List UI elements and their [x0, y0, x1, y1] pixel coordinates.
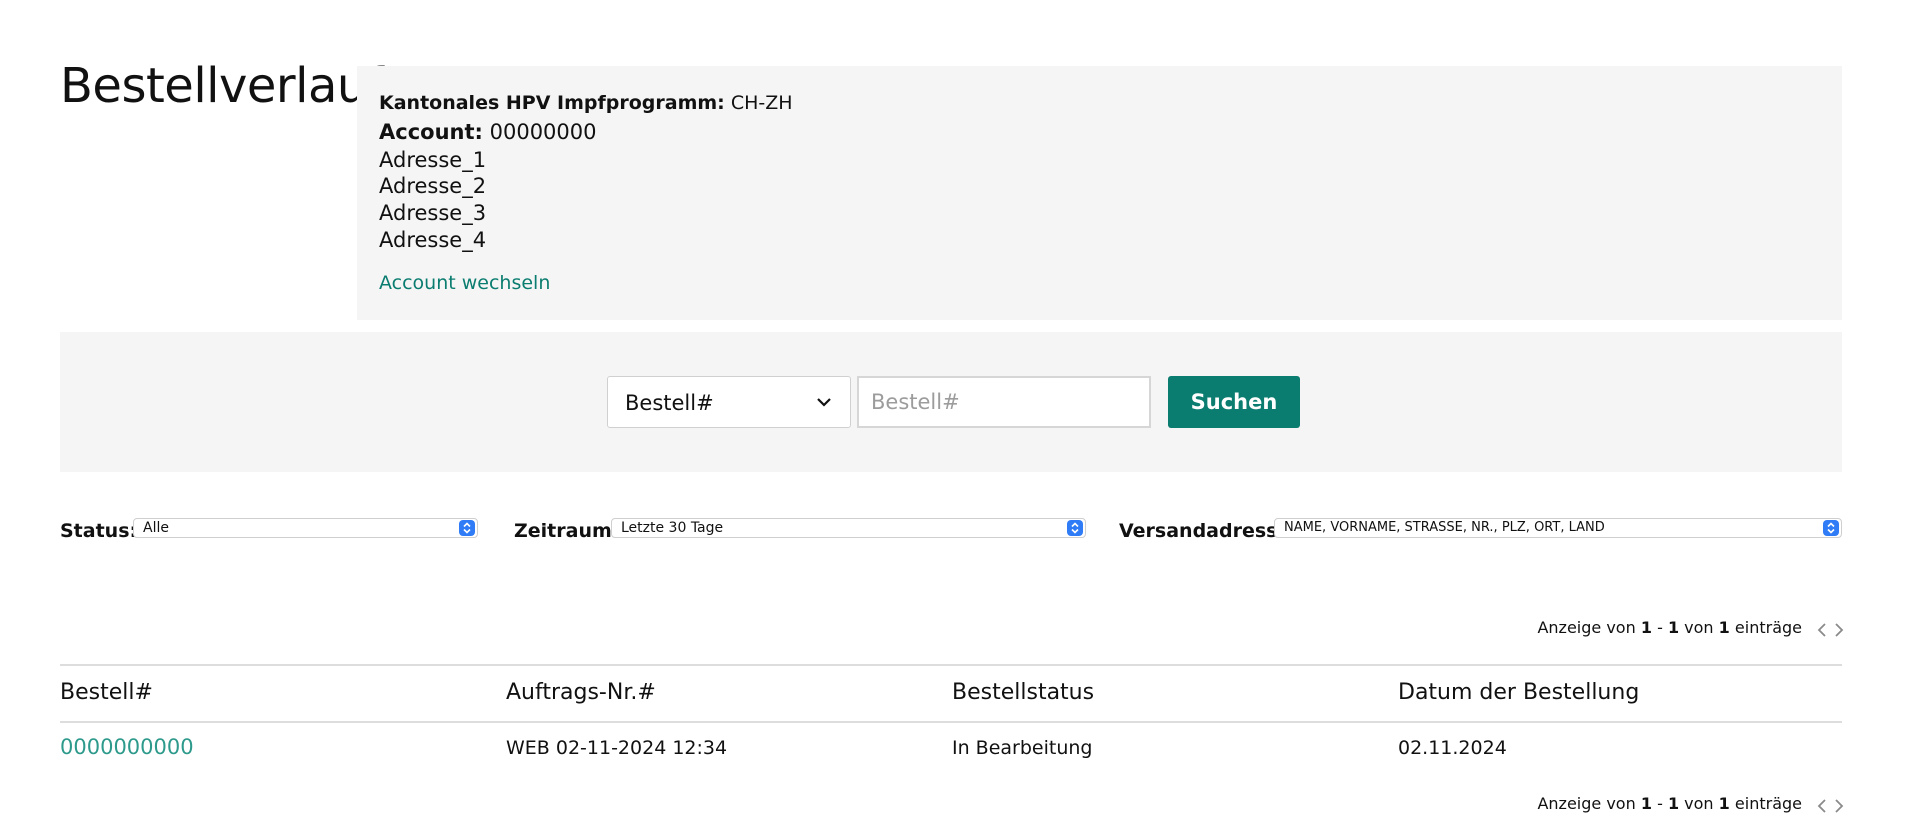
pagination-info: Anzeige von 1 - 1 von 1 einträge: [1537, 618, 1802, 637]
program-label: Kantonales HPV Impfprogramm:: [379, 92, 725, 114]
status-filter-value: Alle: [143, 520, 169, 536]
account-number: 00000000: [489, 120, 597, 144]
pagination-from: 1: [1640, 794, 1652, 813]
program-value: CH-ZH: [730, 92, 793, 114]
pagination-suffix: einträge: [1734, 618, 1802, 637]
pagination-to: 1: [1667, 794, 1680, 813]
select-stepper-icon: [459, 520, 475, 536]
pagination-sep: -: [1657, 618, 1663, 637]
pagination-from: 1: [1640, 618, 1652, 637]
pagination-total: 1: [1718, 794, 1730, 813]
address-line-1: Adresse_1: [379, 148, 487, 172]
pagination-info: Anzeige von 1 - 1 von 1 einträge: [1537, 794, 1802, 813]
select-stepper-icon: [1823, 520, 1839, 536]
account-label: Account:: [379, 120, 483, 144]
pagination-prefix: Anzeige von: [1537, 618, 1636, 637]
address-filter-value: NAME, VORNAME, STRASSE, NR., PLZ, ORT, L…: [1284, 520, 1605, 535]
account-line: Account: 00000000: [379, 120, 597, 144]
column-header-job-number: Auftrags-Nr.#: [506, 680, 656, 705]
address-line-4: Adresse_4: [379, 228, 487, 252]
period-filter-value: Letzte 30 Tage: [621, 520, 724, 536]
search-bar: Bestell# Suchen: [60, 332, 1842, 472]
table-header-divider: [60, 721, 1842, 723]
chevron-down-icon: [817, 398, 831, 407]
job-number-cell: WEB 02-11-2024 12:34: [506, 737, 728, 759]
chevron-right-icon[interactable]: [1832, 798, 1846, 814]
search-type-select[interactable]: Bestell#: [607, 376, 851, 428]
switch-account-link[interactable]: Account wechseln: [379, 272, 550, 294]
pagination-total: 1: [1718, 618, 1730, 637]
column-header-order-status: Bestellstatus: [952, 680, 1095, 705]
search-button[interactable]: Suchen: [1168, 376, 1300, 428]
chevron-right-icon[interactable]: [1832, 622, 1846, 638]
order-status-cell: In Bearbeitung: [952, 737, 1093, 759]
pagination-of: von: [1684, 618, 1714, 637]
column-header-order-date: Datum der Bestellung: [1398, 680, 1640, 705]
address-filter-label: Versandadresse:: [1119, 520, 1298, 542]
order-number-input[interactable]: [857, 376, 1151, 428]
column-header-order-number: Bestell#: [60, 680, 153, 705]
period-filter-select[interactable]: Letzte 30 Tage: [611, 518, 1086, 538]
status-filter-select[interactable]: Alle: [133, 518, 478, 538]
address-line-3: Adresse_3: [379, 201, 487, 225]
chevron-left-icon[interactable]: [1815, 622, 1829, 638]
program-line: Kantonales HPV Impfprogramm: CH-ZH: [379, 92, 793, 114]
period-filter-label: Zeitraum:: [514, 520, 620, 542]
status-filter-label: Status:: [60, 520, 138, 542]
address-filter-select[interactable]: NAME, VORNAME, STRASSE, NR., PLZ, ORT, L…: [1274, 518, 1842, 538]
address-line-2: Adresse_2: [379, 174, 487, 198]
pagination-of: von: [1684, 794, 1714, 813]
pagination-sep: -: [1657, 794, 1663, 813]
pagination-to: 1: [1667, 618, 1680, 637]
select-stepper-icon: [1067, 520, 1083, 536]
search-type-value: Bestell#: [625, 391, 714, 415]
pagination-suffix: einträge: [1734, 794, 1802, 813]
chevron-left-icon[interactable]: [1815, 798, 1829, 814]
account-info-panel: Kantonales HPV Impfprogramm: CH-ZH Accou…: [357, 66, 1842, 320]
page-title: Bestellverlauf: [60, 58, 384, 114]
table-top-divider: [60, 664, 1842, 666]
pagination-prefix: Anzeige von: [1537, 794, 1636, 813]
order-date-cell: 02.11.2024: [1398, 737, 1507, 759]
order-number-link[interactable]: 0000000000: [60, 735, 194, 759]
